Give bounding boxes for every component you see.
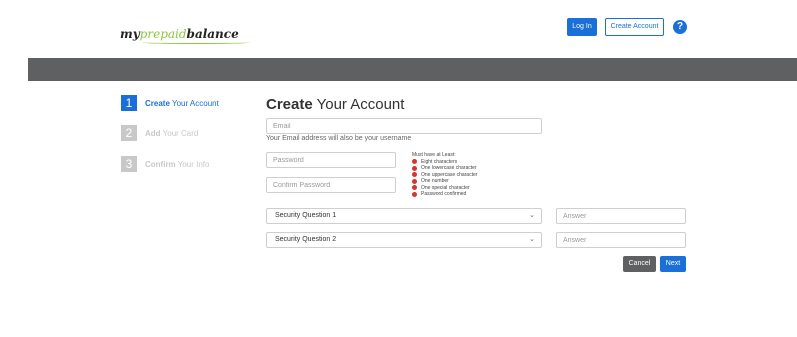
step-label: Create Your Account [145,98,219,108]
page: myprepaidbalance Log In Create Account ?… [0,0,797,337]
error-dot-icon [412,159,417,165]
email-hint: Your Email address will also be your use… [266,135,412,142]
error-dot-icon [412,165,417,171]
answer-1-field[interactable] [556,208,686,224]
create-account-button[interactable]: Create Account [605,18,664,36]
step-label: Add Your Card [145,128,199,138]
step-add-card: 2 Add Your Card [121,125,198,141]
error-dot-icon [412,172,417,178]
security-question-1-select[interactable]: Security Question 1 ⌄ [266,208,542,224]
page-title: Create Your Account [266,96,405,113]
step-create-account: 1 Create Your Account [121,95,219,111]
logo-text-my: my [120,27,140,41]
next-button[interactable]: Next [660,256,686,272]
confirm-password-field[interactable] [266,177,396,193]
logo-text-prepaid: prepaid [139,27,187,41]
error-dot-icon [412,178,417,184]
cancel-button[interactable]: Cancel [623,256,656,272]
password-rule: Password confirmed [412,191,477,198]
step-number: 3 [121,156,137,172]
step-number: 2 [121,125,137,141]
chevron-down-icon: ⌄ [529,212,535,219]
chevron-down-icon: ⌄ [529,236,535,243]
logo-swoosh [142,41,250,44]
security-question-2-value: Security Question 2 [275,236,337,243]
error-dot-icon [412,191,417,197]
password-field[interactable] [266,152,396,168]
step-label: Confirm Your Info [145,159,210,169]
email-field[interactable] [266,118,542,134]
help-icon[interactable]: ? [673,20,687,34]
logo[interactable]: myprepaidbalance [120,24,250,44]
logo-text-balance: balance [186,27,239,41]
security-question-1-value: Security Question 1 [275,212,337,219]
answer-2-field[interactable] [556,232,686,248]
step-confirm-info: 3 Confirm Your Info [121,156,209,172]
login-button[interactable]: Log In [567,18,597,36]
security-question-2-select[interactable]: Security Question 2 ⌄ [266,232,542,248]
header-banner [28,58,797,81]
password-requirements: Must have at Least: Eight characters One… [412,152,477,198]
step-number: 1 [121,95,137,111]
error-dot-icon [412,185,417,191]
